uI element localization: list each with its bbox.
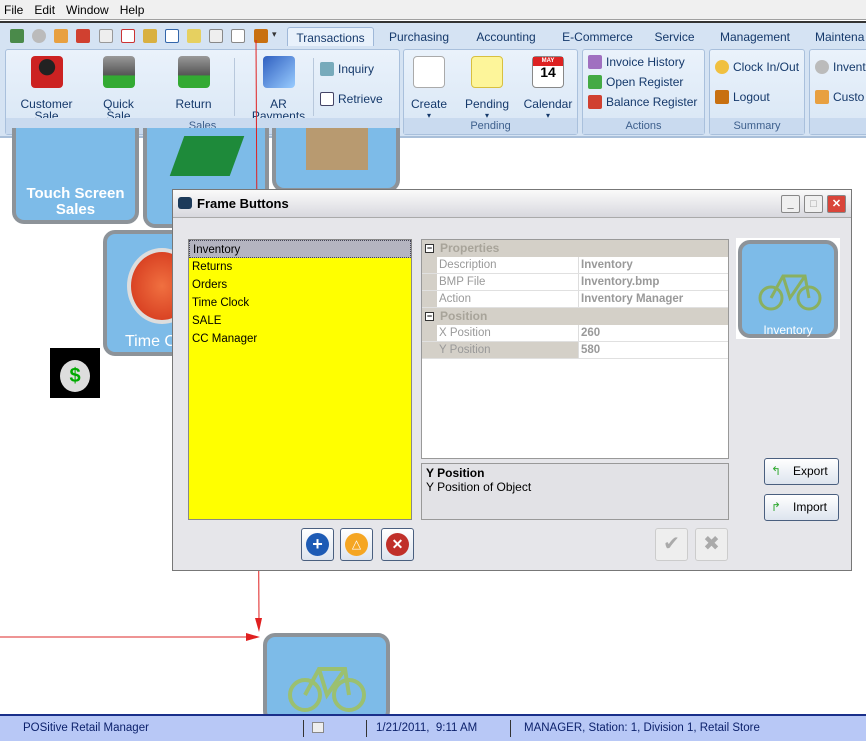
divider [303,720,304,737]
property-name: Y Position [422,342,578,358]
maximize-button[interactable]: □ [804,195,823,213]
import-arrow-icon: ↱ [771,500,782,514]
label: Import [793,500,828,514]
description-title: Y Position [426,466,485,480]
horizontal-arrowhead [246,633,260,641]
description-text: Y Position of Object [426,480,532,494]
apply-button-disabled[interactable]: ✔ [655,528,688,561]
list-item[interactable]: SALE [189,312,411,330]
status-app-name: POSitive Retail Manager [23,722,149,734]
edit-button[interactable]: △ [340,528,373,561]
category-label: Position [440,309,488,323]
status-session: MANAGER, Station: 1, Division 1, Retail … [524,722,760,734]
property-row[interactable]: Description Inventory [422,257,728,274]
close-button[interactable]: ✕ [827,195,846,213]
import-button[interactable]: ↱ Import [764,494,839,521]
collapse-icon[interactable]: − [425,244,434,253]
property-value[interactable]: Inventory.bmp [578,274,728,290]
list-item[interactable]: Time Clock [189,294,411,312]
property-grid[interactable]: − Properties Description Inventory BMP Fil… [421,239,729,459]
category-label: Properties [440,241,500,255]
frame-buttons-list[interactable]: Inventory Returns Orders Time Clock SALE… [188,239,412,520]
delete-button[interactable]: ✕ [381,528,414,561]
dialog-title-bar[interactable]: Frame Buttons _ □ ✕ [173,190,851,218]
x-icon: ✖ [703,533,720,555]
property-name: X Position [422,325,578,341]
tile-label: Inventory [763,323,813,337]
list-item[interactable]: CC Manager [189,330,411,348]
triangle-icon: △ [345,533,368,556]
list-item[interactable]: Returns [189,258,411,276]
property-row[interactable]: X Position 260 [422,325,728,342]
property-name: BMP File [422,274,578,290]
property-description: Y Position Y Position of Object [421,463,729,520]
property-value[interactable]: Inventory [578,257,728,273]
button-preview: Inventory [736,238,840,339]
vertical-arrowhead [255,618,262,632]
delete-x-icon: ✕ [386,533,409,556]
minimize-button[interactable]: _ [781,195,800,213]
property-name: Description [422,257,578,273]
property-value[interactable]: 260 [578,325,728,341]
add-button[interactable]: + [301,528,334,561]
list-item[interactable]: Inventory [189,240,411,258]
collapse-icon[interactable]: − [425,312,434,321]
checkmark-icon: ✔ [663,533,680,555]
export-button[interactable]: ↰ Export [764,458,839,485]
property-value[interactable]: Inventory Manager [578,291,728,307]
status-bar: POSitive Retail Manager 1/21/2011, 9:11 … [0,714,866,741]
property-row-selected[interactable]: Y Position 580 [422,342,728,359]
position-category[interactable]: − Position [422,308,728,325]
divider [510,720,511,737]
list-item[interactable]: Orders [189,276,411,294]
export-arrow-icon: ↰ [771,464,782,478]
property-value[interactable]: 580 [578,342,728,358]
divider [366,720,367,737]
property-name: Action [422,291,578,307]
properties-category[interactable]: − Properties [422,240,728,257]
app-icon [178,197,192,209]
bicycle-icon [758,274,822,311]
label: Export [793,464,828,478]
document-icon [312,722,324,733]
plus-icon: + [306,533,329,556]
status-datetime: 1/21/2011, 9:11 AM [376,722,478,734]
frame-buttons-dialog: Frame Buttons _ □ ✕ Inventory Returns Or… [172,189,852,571]
cancel-button-disabled[interactable]: ✖ [695,528,728,561]
property-row[interactable]: BMP File Inventory.bmp [422,274,728,291]
dialog-title: Frame Buttons [197,196,289,211]
property-row[interactable]: Action Inventory Manager [422,291,728,308]
preview-tile: Inventory [738,240,838,338]
